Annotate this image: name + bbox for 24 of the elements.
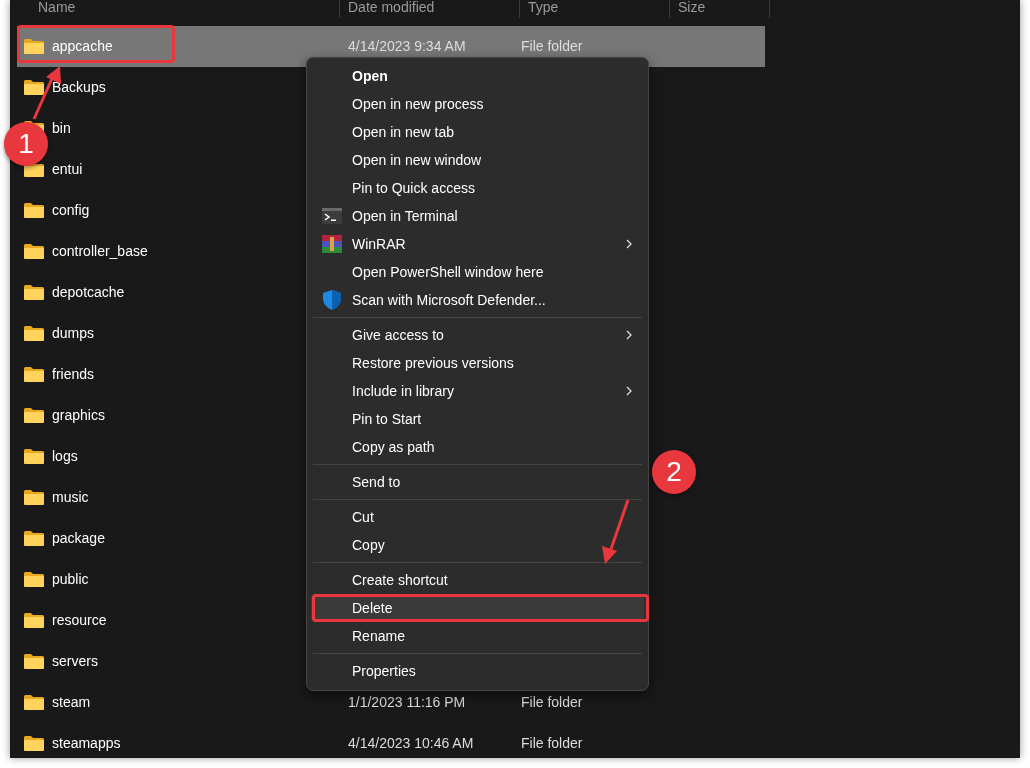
date-modified: 4/14/2023 10:46 AM xyxy=(347,734,475,753)
folder-name: logs xyxy=(52,447,78,466)
folder-name: appcache xyxy=(52,37,113,56)
folder-name: entui xyxy=(52,160,83,179)
folder-name: steam xyxy=(52,693,91,712)
folder-name: music xyxy=(52,488,89,507)
folder-name: bin xyxy=(52,119,71,138)
folder-name: resource xyxy=(52,611,107,630)
file-type: File folder xyxy=(521,693,584,712)
file-type: File folder xyxy=(521,37,584,56)
folder-name: controller_base xyxy=(52,242,148,261)
folder-name: config xyxy=(52,201,90,220)
folder-name: friends xyxy=(52,365,95,384)
folder-name: Backups xyxy=(52,78,106,97)
folder-name: graphics xyxy=(52,406,105,425)
date-modified: 1/1/2023 11:16 PM xyxy=(347,693,467,712)
folder-name: dumps xyxy=(52,324,95,343)
file-type: File folder xyxy=(521,734,584,753)
date-modified: 4/14/2023 9:34 AM xyxy=(347,37,467,56)
folder-name: public xyxy=(52,570,89,589)
folder-name: steamapps xyxy=(52,734,121,753)
folder-name: depotcache xyxy=(52,283,125,302)
folder-name: servers xyxy=(52,652,98,671)
folder-name: package xyxy=(52,529,105,548)
